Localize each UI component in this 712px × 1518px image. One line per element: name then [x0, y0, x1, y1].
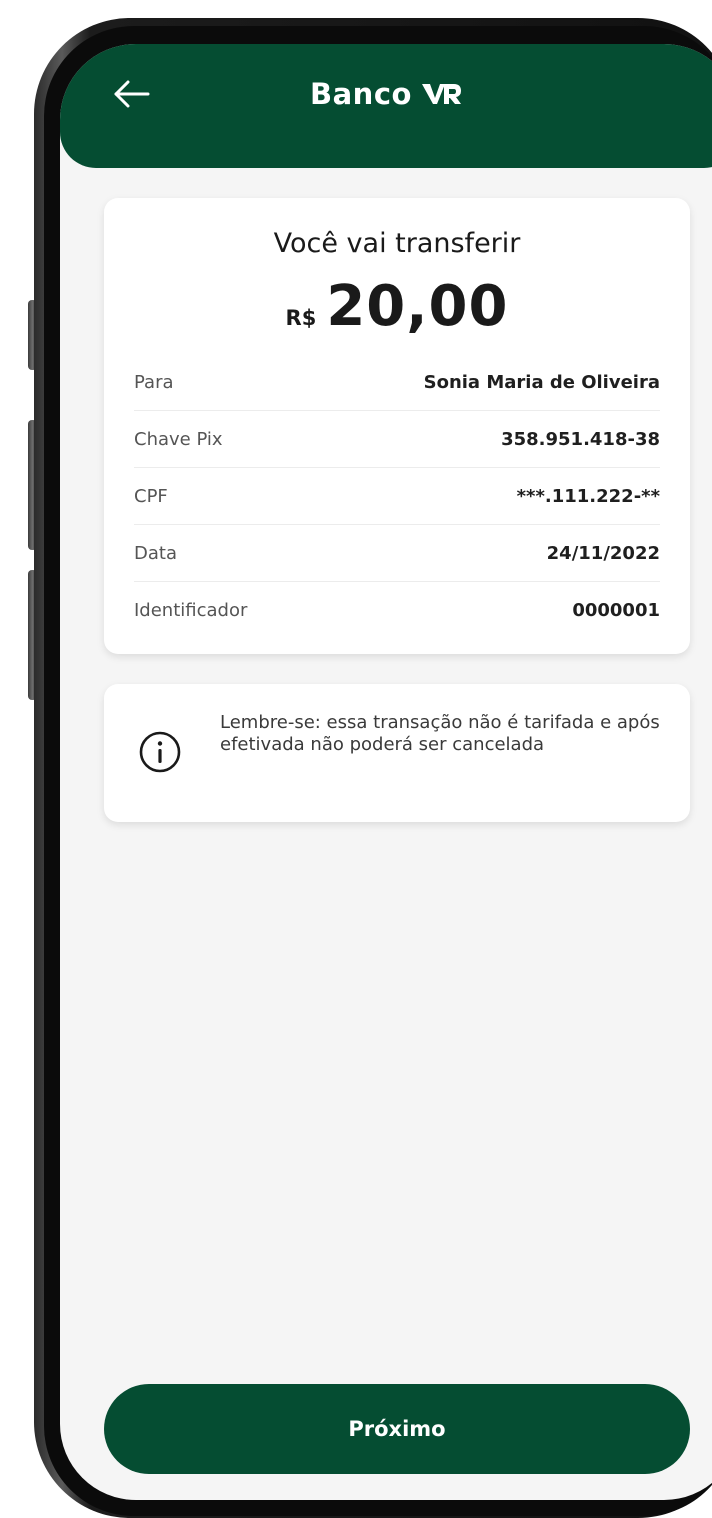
- transfer-details-list: Para Sonia Maria de Oliveira Chave Pix 3…: [134, 354, 660, 638]
- next-button-label: Próximo: [348, 1417, 446, 1441]
- detail-label: Para: [134, 371, 174, 393]
- app-title-group: Banco: [310, 74, 462, 114]
- notice-text: Lembre-se: essa transação não é tarifada…: [220, 712, 660, 755]
- app-header: Banco: [60, 44, 712, 168]
- screenshot-frame: Banco Você vai transferir R$ 20,00 Para …: [0, 0, 712, 1518]
- arrow-left-icon: [114, 80, 150, 108]
- detail-value: Sonia Maria de Oliveira: [423, 371, 660, 393]
- detail-row-recipient: Para Sonia Maria de Oliveira: [134, 354, 660, 411]
- detail-value: 358.951.418-38: [501, 428, 660, 450]
- back-button[interactable]: [108, 72, 156, 116]
- app-title: Banco: [310, 77, 412, 111]
- detail-row-cpf: CPF ***.111.222-**: [134, 468, 660, 525]
- detail-row-date: Data 24/11/2022: [134, 525, 660, 582]
- info-icon: [139, 731, 181, 773]
- detail-label: CPF: [134, 485, 168, 507]
- detail-value: 0000001: [572, 599, 660, 621]
- detail-row-identifier: Identificador 0000001: [134, 582, 660, 638]
- transfer-amount: 20,00: [326, 274, 509, 339]
- notice-card: Lembre-se: essa transação não é tarifada…: [104, 684, 690, 822]
- transfer-heading: Você vai transferir: [273, 228, 521, 259]
- detail-label: Chave Pix: [134, 428, 223, 450]
- vr-logo-icon: [421, 84, 461, 104]
- currency-symbol: R$: [285, 306, 317, 330]
- detail-value: 24/11/2022: [546, 542, 660, 564]
- detail-label: Data: [134, 542, 177, 564]
- detail-label: Identificador: [134, 599, 248, 621]
- next-button[interactable]: Próximo: [104, 1384, 690, 1474]
- detail-row-pix-key: Chave Pix 358.951.418-38: [134, 411, 660, 468]
- detail-value: ***.111.222-**: [516, 485, 660, 507]
- amount-row: R$ 20,00: [104, 274, 690, 339]
- app-screen: Banco Você vai transferir R$ 20,00 Para …: [60, 44, 712, 1500]
- transfer-summary-card: Você vai transferir R$ 20,00 Para Sonia …: [104, 198, 690, 654]
